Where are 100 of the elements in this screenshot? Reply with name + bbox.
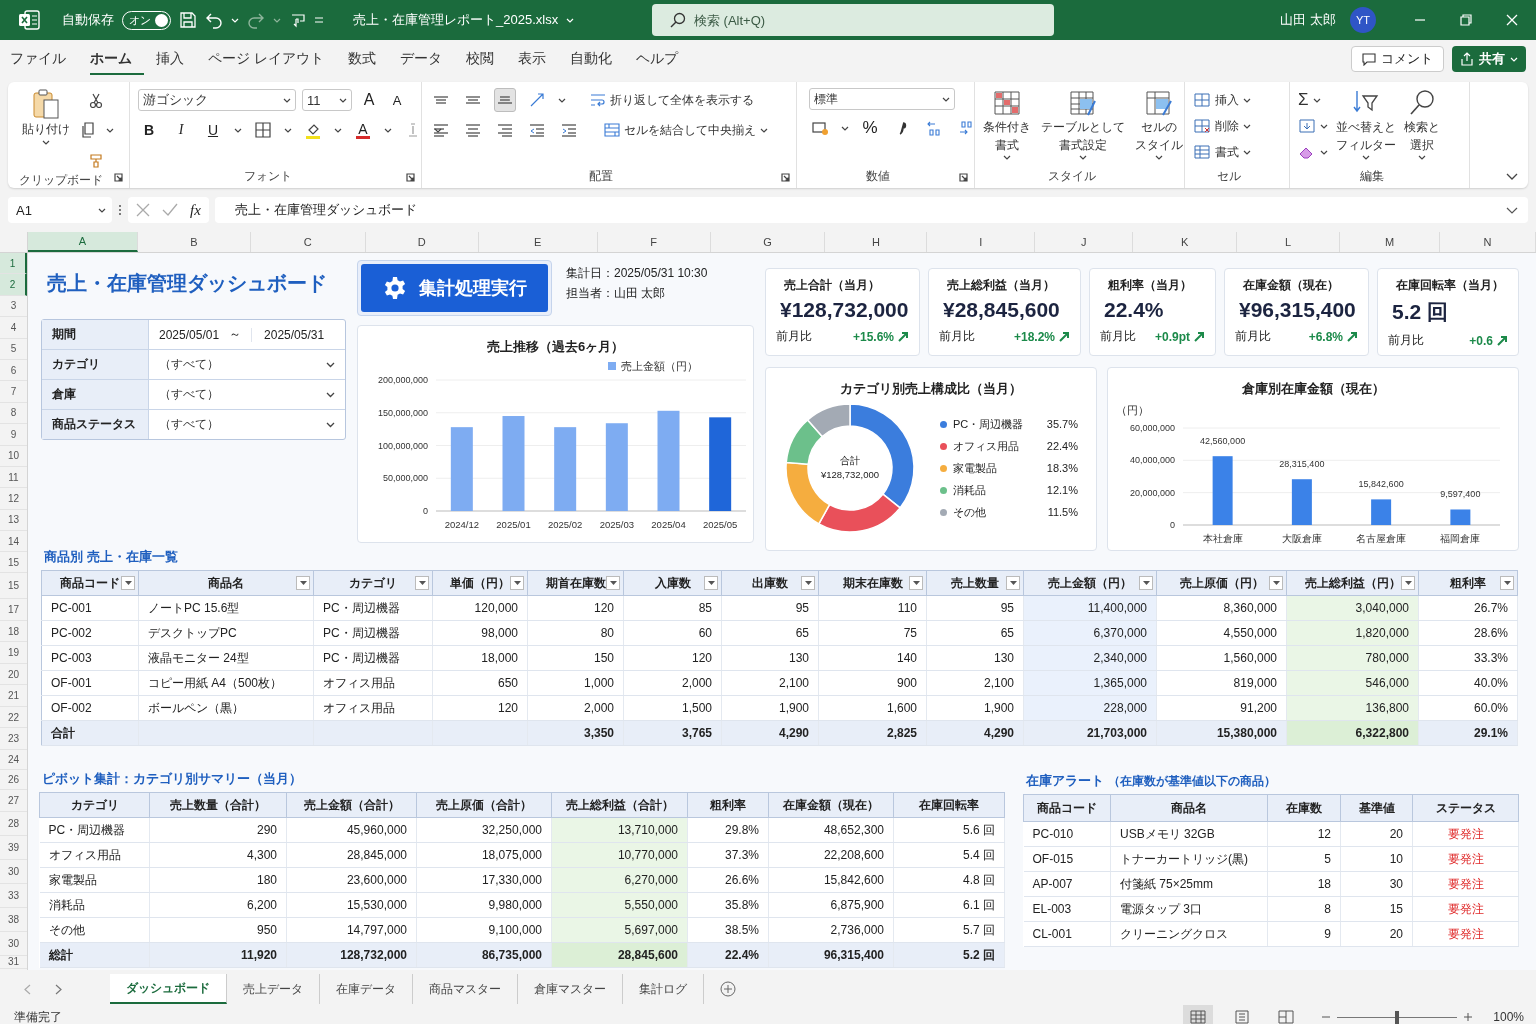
cell-styles-button[interactable]: セルの スタイル xyxy=(1135,88,1183,168)
slider-thumb[interactable] xyxy=(1395,1010,1400,1024)
column-header[interactable]: K xyxy=(1133,232,1238,252)
check-icon[interactable] xyxy=(162,203,178,217)
number-format-dropdown[interactable]: 標準 xyxy=(809,88,955,110)
customize-toolbar-icon[interactable] xyxy=(315,17,323,23)
find-select-button[interactable]: 検索と 選択 xyxy=(1404,88,1440,168)
filter-button[interactable] xyxy=(909,576,923,590)
filter-button[interactable] xyxy=(801,576,815,590)
grow-font-button[interactable]: A xyxy=(358,88,380,112)
dialog-launcher-icon[interactable] xyxy=(781,173,790,182)
menu-tab[interactable]: ページ レイアウト xyxy=(196,43,336,75)
row-header[interactable]: 17 xyxy=(0,599,27,621)
restore-icon[interactable] xyxy=(1460,14,1472,26)
row-header[interactable]: 1 xyxy=(0,253,27,275)
column-header[interactable]: G xyxy=(710,232,826,252)
date-value[interactable]: 2025/05/31 xyxy=(251,327,325,342)
add-sheet-icon[interactable] xyxy=(720,981,736,997)
more-options-icon[interactable] xyxy=(118,204,122,216)
row-header[interactable]: 4 xyxy=(0,317,27,339)
format-as-table-button[interactable]: テーブルとして 書式設定 xyxy=(1041,88,1125,168)
row-header[interactable]: 22 xyxy=(0,706,27,729)
collapse-ribbon-icon[interactable] xyxy=(1506,173,1518,180)
filter-button[interactable] xyxy=(1006,576,1020,590)
row-header[interactable]: 7 xyxy=(0,381,27,403)
row-header[interactable]: 30 xyxy=(0,931,27,956)
menu-tab[interactable]: データ xyxy=(387,43,454,75)
row-header[interactable]: 5 xyxy=(0,338,27,360)
filter-button[interactable] xyxy=(1139,576,1153,590)
font-size-dropdown[interactable]: 11 xyxy=(302,89,352,111)
filter-button[interactable] xyxy=(704,576,718,590)
font-name-dropdown[interactable]: 游ゴシック xyxy=(138,89,296,111)
row-header[interactable]: 38 xyxy=(0,907,27,932)
formula-text[interactable]: 売上・在庫管理ダッシュボード xyxy=(234,201,417,219)
column-header[interactable]: F xyxy=(597,232,711,252)
name-box[interactable]: A1 xyxy=(8,197,112,223)
insert-button[interactable]: 挿入 xyxy=(1193,88,1251,112)
delete-button[interactable]: 削除 xyxy=(1193,114,1251,138)
column-header[interactable]: M xyxy=(1340,232,1441,252)
save-icon[interactable] xyxy=(179,11,197,29)
sheet-tab[interactable]: ダッシュボード xyxy=(110,974,227,1004)
menu-tab[interactable]: 表示 xyxy=(505,43,558,75)
menu-tab[interactable]: 挿入 xyxy=(144,43,196,75)
filter-button[interactable] xyxy=(510,576,524,590)
column-header[interactable]: E xyxy=(478,232,598,252)
row-header[interactable]: 20 xyxy=(0,663,27,686)
conditional-formatting-button[interactable]: 条件付き 書式 xyxy=(983,88,1031,168)
percent-style-button[interactable]: % xyxy=(859,116,881,140)
date-value[interactable]: 2025/05/01 xyxy=(159,327,220,342)
row-header[interactable]: 3 xyxy=(0,295,27,318)
sheet-tab[interactable]: 倉庫マスター xyxy=(518,974,623,1004)
insert-function-button[interactable]: fx xyxy=(190,201,201,219)
row-header[interactable]: 26 xyxy=(0,769,27,790)
row-header[interactable]: 19 xyxy=(0,642,27,664)
wrap-text-button[interactable]: 折り返して全体を表示する xyxy=(590,88,754,112)
shrink-font-button[interactable]: A xyxy=(386,88,408,112)
dropdown-field[interactable]: （すべて） xyxy=(159,416,335,433)
format-button[interactable]: 書式 xyxy=(1193,140,1251,164)
search-input[interactable]: 検索 (Alt+Q) xyxy=(694,12,994,28)
column-header[interactable]: B xyxy=(137,232,251,252)
row-header[interactable]: 33 xyxy=(0,883,27,908)
bottom-align-button[interactable] xyxy=(494,88,516,112)
row-header[interactable]: 23 xyxy=(0,728,27,750)
sheet-tab[interactable]: 在庫データ xyxy=(320,974,413,1004)
filter-button[interactable] xyxy=(1269,576,1283,590)
comment-button[interactable]: コメント xyxy=(1351,46,1444,72)
close-icon[interactable] xyxy=(1506,14,1518,26)
expand-formula-icon[interactable] xyxy=(1506,206,1518,214)
autosum-button[interactable]: Σ xyxy=(1298,88,1328,112)
row-header[interactable]: 18 xyxy=(0,620,27,643)
filter-button[interactable] xyxy=(415,576,429,590)
redo-icon[interactable] xyxy=(247,11,265,29)
touch-mode-icon[interactable] xyxy=(289,11,307,29)
dialog-launcher-icon[interactable] xyxy=(406,173,415,182)
italic-button[interactable]: I xyxy=(170,118,192,142)
row-header[interactable]: 27 xyxy=(0,789,27,812)
row-header[interactable]: 2 xyxy=(0,274,27,296)
filter-button[interactable] xyxy=(1401,576,1415,590)
bold-button[interactable]: B xyxy=(138,118,160,142)
filter-button[interactable] xyxy=(606,576,620,590)
row-header[interactable]: 24 xyxy=(0,749,27,770)
paste-button[interactable]: 貼り付け xyxy=(22,88,70,172)
sheet-tab[interactable]: 商品マスター xyxy=(413,974,518,1004)
column-header[interactable]: H xyxy=(825,232,928,252)
undo-icon[interactable] xyxy=(205,11,223,29)
zoom-in-icon[interactable] xyxy=(1463,1012,1474,1022)
menu-tab[interactable]: ファイル xyxy=(10,43,78,75)
row-header[interactable]: 10 xyxy=(0,445,27,467)
column-header[interactable]: L xyxy=(1237,232,1341,252)
search-bar[interactable]: 検索 (Alt+Q) xyxy=(652,4,1054,36)
menu-tab[interactable]: 数式 xyxy=(335,43,388,75)
view-button[interactable] xyxy=(1183,1005,1214,1024)
share-button[interactable]: 共有 xyxy=(1452,46,1526,72)
column-header[interactable]: J xyxy=(1035,232,1134,252)
font-color-button[interactable]: A xyxy=(352,118,374,142)
menu-tab[interactable]: 自動化 xyxy=(557,43,624,75)
column-header[interactable]: I xyxy=(927,232,1036,252)
merge-center-button[interactable]: セルを結合して中央揃え xyxy=(604,118,768,142)
sheet-tab[interactable]: 売上データ xyxy=(227,974,320,1004)
sheet-tab[interactable]: 集計ログ xyxy=(623,974,704,1004)
